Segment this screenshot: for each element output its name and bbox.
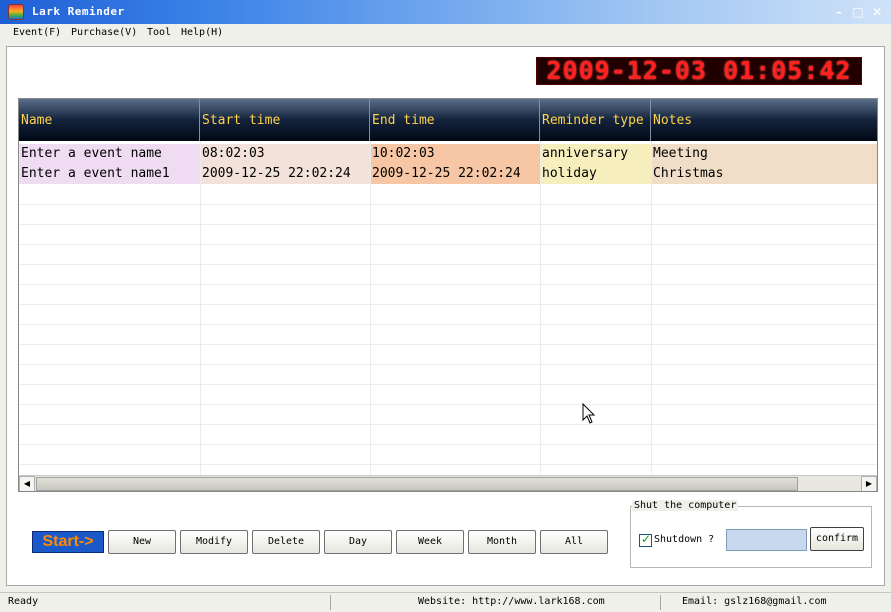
app-icon[interactable] <box>8 4 24 20</box>
close-button[interactable]: ✕ <box>869 4 885 20</box>
row-divider <box>19 424 877 425</box>
row-divider <box>19 324 877 325</box>
checkmark-icon: ✓ <box>641 532 652 546</box>
shutdown-checkbox[interactable]: ✓ <box>639 532 652 547</box>
shutdown-group-title: Shut the computer <box>632 500 739 511</box>
menu-bar: Event(F) Purchase(V) Tool Help(H) <box>0 24 891 44</box>
title-bar: Lark Reminder – □ ✕ <box>0 0 891 24</box>
menu-tool[interactable]: Tool <box>147 27 171 38</box>
confirm-button[interactable]: confirm <box>810 527 864 551</box>
mouse-cursor-icon <box>582 403 596 424</box>
all-button[interactable]: All <box>540 530 608 554</box>
minimize-button[interactable]: – <box>831 4 847 20</box>
column-header-start-time[interactable]: Start time <box>200 99 370 141</box>
maximize-button[interactable]: □ <box>850 4 866 20</box>
row-divider <box>19 384 877 385</box>
row-divider <box>19 304 877 305</box>
led-clock: 2009-12-03 01:05:42 <box>536 57 862 85</box>
start-button[interactable]: Start-> <box>32 531 104 553</box>
row-divider <box>19 284 877 285</box>
status-email: Email: gslz168@gmail.com <box>682 596 827 607</box>
column-divider <box>200 141 201 475</box>
column-header-reminder-type[interactable]: Reminder type <box>540 99 651 141</box>
scrollbar-thumb[interactable] <box>36 477 798 491</box>
row-divider <box>19 364 877 365</box>
cell-notes[interactable]: Meeting <box>651 144 877 164</box>
column-header-name[interactable]: Name <box>19 99 200 141</box>
row-divider <box>19 244 877 245</box>
table-header: Name Start time End time Reminder type N… <box>19 99 877 141</box>
column-header-notes[interactable]: Notes <box>651 99 877 141</box>
horizontal-scrollbar[interactable]: ◀ ▶ <box>19 475 877 491</box>
status-bar: Ready Website: http://www.lark168.com Em… <box>0 592 891 612</box>
month-button[interactable]: Month <box>468 530 536 554</box>
cell-name[interactable]: Enter a event name1 <box>19 164 200 184</box>
scroll-left-icon[interactable]: ◀ <box>19 476 35 491</box>
delete-button[interactable]: Delete <box>252 530 320 554</box>
modify-button[interactable]: Modify <box>180 530 248 554</box>
new-button[interactable]: New <box>108 530 176 554</box>
menu-help[interactable]: Help(H) <box>181 27 223 38</box>
status-website: Website: http://www.lark168.com <box>418 596 605 607</box>
row-divider <box>19 224 877 225</box>
shutdown-checkbox-label[interactable]: Shutdown ? <box>654 534 714 545</box>
menu-purchase[interactable]: Purchase(V) <box>71 27 137 38</box>
column-divider <box>370 141 371 475</box>
table-row[interactable]: Enter a event name1 2009-12-25 22:02:24 … <box>19 164 877 184</box>
table-row[interactable]: Enter a event name 08:02:03 10:02:03 ann… <box>19 144 877 164</box>
scroll-right-icon[interactable]: ▶ <box>861 476 877 491</box>
window-title: Lark Reminder <box>32 5 125 18</box>
cell-name[interactable]: Enter a event name <box>19 144 200 164</box>
menu-event[interactable]: Event(F) <box>13 27 61 38</box>
cell-end-time[interactable]: 2009-12-25 22:02:24 <box>370 164 540 184</box>
row-divider <box>19 464 877 465</box>
day-button[interactable]: Day <box>324 530 392 554</box>
cell-reminder-type[interactable]: anniversary <box>540 144 651 164</box>
row-divider <box>19 204 877 205</box>
cell-reminder-type[interactable]: holiday <box>540 164 651 184</box>
event-table[interactable]: Name Start time End time Reminder type N… <box>18 98 878 492</box>
cell-end-time[interactable]: 10:02:03 <box>370 144 540 164</box>
row-divider <box>19 264 877 265</box>
cell-start-time[interactable]: 2009-12-25 22:02:24 <box>200 164 370 184</box>
shutdown-time-input[interactable] <box>726 529 807 551</box>
row-divider <box>19 404 877 405</box>
status-text: Ready <box>8 596 39 607</box>
cell-start-time[interactable]: 08:02:03 <box>200 144 370 164</box>
status-divider <box>660 595 661 610</box>
cell-notes[interactable]: Christmas <box>651 164 877 184</box>
column-divider <box>540 141 541 475</box>
week-button[interactable]: Week <box>396 530 464 554</box>
row-divider <box>19 444 877 445</box>
row-divider <box>19 344 877 345</box>
status-divider <box>330 595 331 610</box>
column-divider <box>651 141 652 475</box>
column-header-end-time[interactable]: End time <box>370 99 540 141</box>
